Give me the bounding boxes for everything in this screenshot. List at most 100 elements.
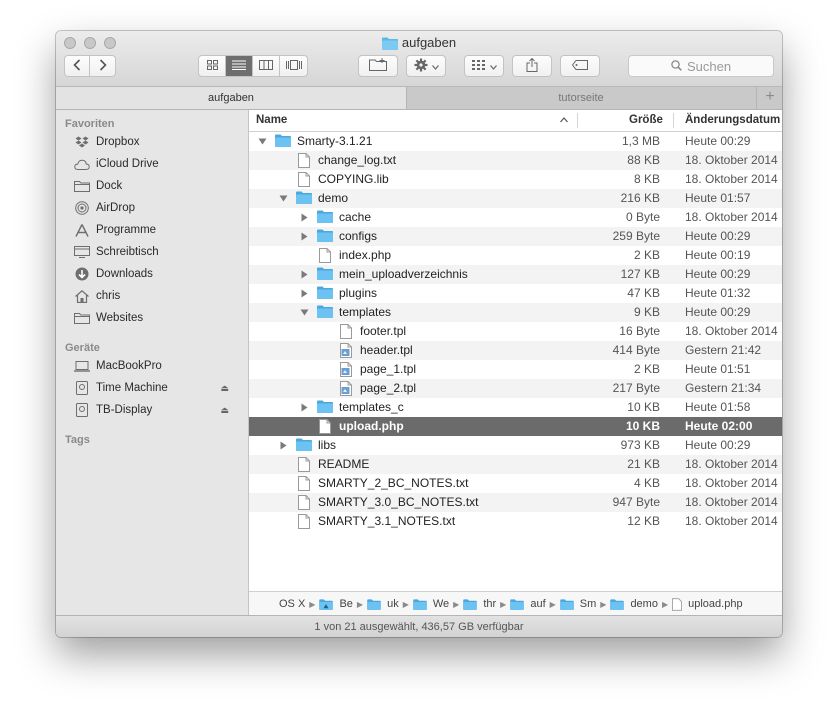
- disclosure-closed-icon[interactable]: [299, 398, 309, 417]
- disclosure-open-icon[interactable]: [257, 132, 267, 151]
- file-row[interactable]: footer.tpl 16 Byte 18. Oktober 2014: [249, 322, 782, 341]
- file-date: 18. Oktober 2014: [685, 324, 778, 338]
- sidebar-item-chris[interactable]: chris: [73, 286, 243, 306]
- file-name: SMARTY_3.0_BC_NOTES.txt: [318, 495, 479, 509]
- file-name: plugins: [339, 286, 378, 300]
- path-item[interactable]: auf: [510, 598, 546, 610]
- disclosure-closed-icon[interactable]: [278, 436, 288, 455]
- path-item[interactable]: uk: [367, 598, 399, 610]
- path-item[interactable]: upload.php: [672, 597, 743, 611]
- search-field[interactable]: Suchen: [628, 55, 774, 77]
- sidebar-item-dock[interactable]: Dock: [73, 176, 243, 196]
- sidebar-item-websites[interactable]: Websites: [73, 308, 243, 328]
- disclosure-closed-icon[interactable]: [299, 208, 309, 227]
- file-row[interactable]: Smarty-3.1.21 1,3 MB Heute 00:29: [249, 132, 782, 151]
- path-item[interactable]: We: [413, 598, 449, 610]
- action-menu-button[interactable]: [406, 55, 446, 77]
- file-row[interactable]: configs 259 Byte Heute 00:29: [249, 227, 782, 246]
- disclosure-closed-icon[interactable]: [299, 227, 309, 246]
- share-button[interactable]: [512, 55, 552, 77]
- file-row[interactable]: README 21 KB 18. Oktober 2014: [249, 455, 782, 474]
- sidebar-item-programme[interactable]: Programme: [73, 220, 243, 240]
- list-view-button[interactable]: [226, 56, 253, 76]
- sidebar-section-tags: Tags: [65, 434, 90, 446]
- sort-ascending-icon[interactable]: [560, 110, 568, 131]
- file-row[interactable]: SMARTY_3.1_NOTES.txt 12 KB 18. Oktober 201…: [249, 512, 782, 531]
- icon-view-button[interactable]: [199, 56, 226, 76]
- disclosure-open-icon[interactable]: [299, 303, 309, 322]
- tab-aufgaben[interactable]: aufgaben: [56, 87, 407, 109]
- home-folder-icon: [319, 598, 336, 610]
- sidebar-item-label: Time Machine: [96, 382, 168, 394]
- file-row[interactable]: COPYING.lib 8 KB 18. Oktober 2014: [249, 170, 782, 189]
- sidebar-item-dropbox[interactable]: Dropbox: [73, 132, 243, 152]
- disclosure-open-icon[interactable]: [278, 189, 288, 208]
- cloud-icon: [73, 157, 91, 171]
- sidebar-item-label: Websites: [96, 312, 144, 324]
- file-row[interactable]: cache 0 Byte 18. Oktober 2014: [249, 208, 782, 227]
- coverflow-view-button[interactable]: [280, 56, 307, 76]
- back-button[interactable]: [65, 56, 91, 76]
- file-size: 947 Byte: [612, 495, 660, 509]
- eject-icon[interactable]: ⏏: [220, 383, 229, 394]
- sidebar-item-airdrop[interactable]: AirDrop: [73, 198, 243, 218]
- sidebar-item-label: Schreibtisch: [96, 246, 159, 258]
- file-row[interactable]: demo 216 KB Heute 01:57: [249, 189, 782, 208]
- file-row[interactable]: templates 9 KB Heute 00:29: [249, 303, 782, 322]
- path-item[interactable]: OS X: [279, 598, 305, 610]
- arrange-button[interactable]: [464, 55, 504, 77]
- document-icon: [672, 597, 685, 611]
- folder-icon: [73, 311, 91, 325]
- path-item[interactable]: demo: [610, 598, 658, 610]
- path-item[interactable]: Be: [319, 598, 353, 610]
- share-icon: [526, 57, 538, 75]
- forward-button[interactable]: [90, 56, 115, 76]
- airdrop-icon: [73, 201, 91, 215]
- home-icon: [73, 289, 91, 303]
- file-row[interactable]: SMARTY_2_BC_NOTES.txt 4 KB 18. Oktober 201…: [249, 474, 782, 493]
- disk-icon: [73, 381, 91, 395]
- applications-icon: [73, 223, 91, 237]
- sidebar-item-downloads[interactable]: Downloads: [73, 264, 243, 284]
- sidebar-item-schreibtisch[interactable]: Schreibtisch: [73, 242, 243, 262]
- path-item[interactable]: thr: [463, 598, 496, 610]
- sidebar-item-tb-display[interactable]: TB-Display ⏏: [73, 400, 243, 420]
- add-tab-button[interactable]: +: [756, 87, 782, 109]
- column-size[interactable]: Größe: [629, 110, 663, 131]
- file-row[interactable]: mein_uploadverzeichnis 127 KB Heute 00:29: [249, 265, 782, 284]
- file-name: configs: [339, 229, 378, 243]
- file-row[interactable]: SMARTY_3.0_BC_NOTES.txt 947 Byte 18. Oktob…: [249, 493, 782, 512]
- file-date: 18. Oktober 2014: [685, 172, 778, 186]
- column-view-button[interactable]: [253, 56, 280, 76]
- file-row[interactable]: page_1.tpl 2 KB Heute 01:51: [249, 360, 782, 379]
- path-bar: OS X ▶ Be ▶ uk ▶ We ▶ thr ▶ auf ▶ Sm ▶ demo ▶ upload.php: [249, 591, 782, 615]
- file-name: index.php: [339, 248, 392, 262]
- file-row[interactable]: change_log.txt 88 KB 18. Oktober 2014: [249, 151, 782, 170]
- eject-icon[interactable]: ⏏: [220, 405, 229, 416]
- file-row[interactable]: templates_c 10 KB Heute 01:58: [249, 398, 782, 417]
- path-item-label: auf: [530, 598, 546, 610]
- sidebar-item-macbookpro[interactable]: MacBookPro: [73, 356, 243, 376]
- file-row[interactable]: index.php 2 KB Heute 00:19: [249, 246, 782, 265]
- tags-button[interactable]: [560, 55, 600, 77]
- tab-tutorseite[interactable]: tutorseite: [407, 87, 755, 109]
- file-row[interactable]: upload.php 10 KB Heute 02:00: [249, 417, 782, 436]
- tag-icon: [571, 59, 588, 73]
- file-name: README: [318, 457, 370, 471]
- sidebar-item-icloud-drive[interactable]: iCloud Drive: [73, 154, 243, 174]
- disclosure-closed-icon[interactable]: [299, 265, 309, 284]
- column-name[interactable]: Name: [256, 110, 287, 131]
- disclosure-closed-icon[interactable]: [299, 284, 309, 303]
- path-item[interactable]: Sm: [560, 598, 596, 610]
- file-row[interactable]: plugins 47 KB Heute 01:32: [249, 284, 782, 303]
- file-size: 973 KB: [620, 438, 660, 452]
- file-row[interactable]: libs 973 KB Heute 00:29: [249, 436, 782, 455]
- file-row[interactable]: header.tpl 414 Byte Gestern 21:42: [249, 341, 782, 360]
- sidebar-item-time-machine[interactable]: Time Machine ⏏: [73, 378, 243, 398]
- file-row[interactable]: page_2.tpl 217 Byte Gestern 21:34: [249, 379, 782, 398]
- file-size: 21 KB: [627, 457, 660, 471]
- column-date[interactable]: Änderungsdatum: [685, 110, 780, 131]
- folder-icon: [463, 598, 480, 610]
- file-date: 18. Oktober 2014: [685, 514, 778, 528]
- new-folder-button[interactable]: [358, 55, 398, 77]
